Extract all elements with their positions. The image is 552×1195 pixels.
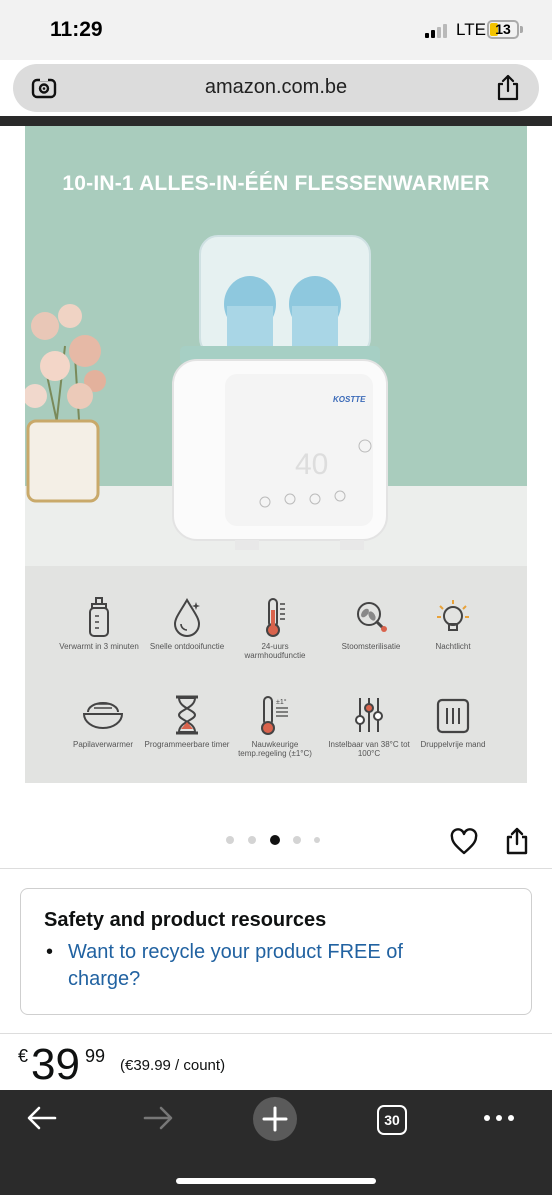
- feature-night-light: Nachtlicht: [409, 596, 497, 651]
- share-icon[interactable]: [495, 74, 521, 102]
- recycle-link[interactable]: Want to recycle your product FREE of cha…: [68, 939, 468, 993]
- carousel-dot[interactable]: [314, 837, 320, 843]
- clock: 11:29: [50, 18, 103, 41]
- home-indicator[interactable]: [176, 1178, 376, 1184]
- heart-icon[interactable]: [450, 828, 478, 856]
- feature-adjustable-temp: Instelbaar van 38°C tot 100°C: [325, 694, 413, 758]
- network-type: LTE: [456, 20, 486, 39]
- product-image[interactable]: 10-IN-1 ALLES-IN-ÉÉN FLESSENWARMER KOSTT…: [25, 126, 527, 783]
- carousel-dot[interactable]: [293, 836, 301, 844]
- unit-price: (€39.99 / count): [120, 1057, 226, 1074]
- currency-symbol: €: [18, 1046, 29, 1066]
- light-bulb-icon: [437, 600, 469, 631]
- food-bowl-icon: [82, 702, 124, 729]
- feature-keep-warm: 24-uurs warmhoudfunctie: [231, 596, 319, 660]
- plus-icon: [262, 1106, 288, 1132]
- resources-card: Safety and product resources • Want to r…: [20, 888, 532, 1015]
- precision-thermometer-icon: ±1°: [261, 696, 288, 735]
- hourglass-icon: [176, 695, 198, 735]
- divider: [0, 868, 552, 869]
- price-fraction: 99: [85, 1046, 106, 1066]
- feature-drip-free-basket: Druppelvrije mand: [409, 694, 497, 749]
- sliders-icon: [355, 698, 383, 732]
- address-bar[interactable]: amazon.com.be: [13, 64, 539, 112]
- precision-badge: ±1°: [276, 698, 287, 706]
- share-icon[interactable]: [504, 826, 530, 856]
- feature-defrost: Snelle ontdooifunctie: [143, 596, 231, 651]
- bullet-point: •: [46, 941, 54, 963]
- back-arrow-icon[interactable]: [26, 1104, 58, 1132]
- more-options-icon[interactable]: [482, 1112, 516, 1124]
- new-tab-button[interactable]: [253, 1097, 297, 1141]
- feature-fast-warm: Verwarmt in 3 minuten: [55, 596, 143, 651]
- image-headline: 10-IN-1 ALLES-IN-ÉÉN FLESSENWARMER: [62, 172, 490, 195]
- feature-precise-temp: ±1° Nauwkeurige temp.regeling (±1°C): [231, 694, 319, 758]
- basket-icon: [436, 698, 470, 734]
- feature-timer: Programmeerbare timer: [143, 694, 231, 749]
- battery-cap: [520, 26, 523, 33]
- droplet-icon: [173, 598, 201, 637]
- carousel-dot[interactable]: [226, 836, 234, 844]
- baby-bottle-icon: [89, 597, 109, 637]
- battery-icon: 13: [487, 20, 519, 39]
- url-text[interactable]: amazon.com.be: [13, 76, 539, 99]
- price-whole: 39: [31, 1040, 80, 1089]
- forward-arrow-icon[interactable]: [142, 1104, 174, 1132]
- carousel-dot[interactable]: [248, 836, 256, 844]
- flower-vase-decoration: [25, 304, 106, 503]
- thermometer-icon: [266, 598, 285, 637]
- status-bar: 11:29 LTE 13: [0, 0, 552, 60]
- resources-title: Safety and product resources: [44, 909, 327, 931]
- feature-food-warmer: Papilaverwarmer: [59, 694, 147, 749]
- feature-steam-sterilize: Stoomsterilisatie: [327, 596, 415, 651]
- tab-switcher-button[interactable]: 30: [377, 1105, 407, 1135]
- bottle-warmer-device: KOSTTE 40: [172, 235, 388, 550]
- battery-level: 13: [495, 21, 511, 37]
- divider: [0, 1033, 552, 1034]
- carousel-dot-active[interactable]: [270, 835, 280, 845]
- signal-strength-icon: [425, 22, 451, 38]
- device-brand: KOSTTE: [333, 395, 366, 404]
- germ-icon: [357, 602, 387, 632]
- browser-toolbar: 30: [0, 1090, 552, 1195]
- device-display: 40: [295, 448, 328, 481]
- page-top-divider: [0, 116, 552, 126]
